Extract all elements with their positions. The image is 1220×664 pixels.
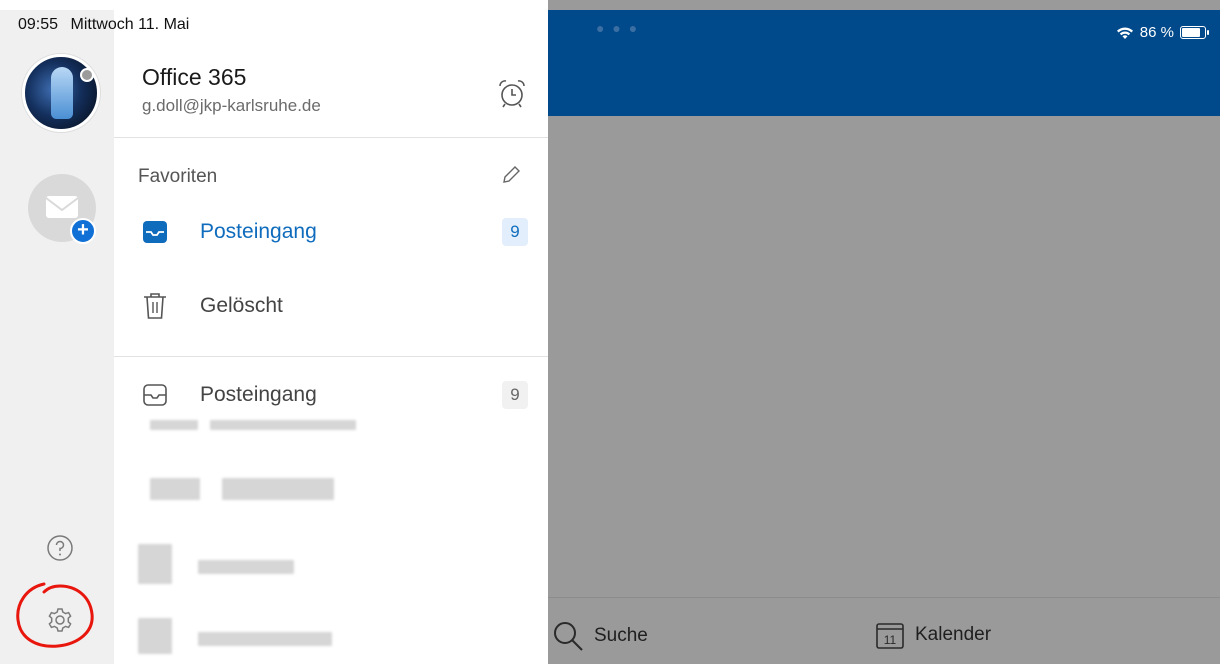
inbox-outline-icon xyxy=(138,378,172,412)
status-date: Mittwoch 11. Mai xyxy=(70,16,190,33)
tab-search[interactable]: Suche xyxy=(552,620,648,652)
battery-percent: 86 % xyxy=(1139,24,1174,41)
status-indicators: 86 % xyxy=(1116,24,1209,41)
divider xyxy=(114,356,548,357)
search-icon xyxy=(554,622,583,651)
redacted-text[interactable] xyxy=(198,560,294,574)
status-time: 09:55 xyxy=(18,16,59,33)
wifi-icon xyxy=(1116,27,1133,39)
favorite-item-inbox[interactable]: Posteingang 9 xyxy=(138,212,528,252)
account-name: Office 365 xyxy=(142,64,247,90)
tab-calendar-label: Kalender xyxy=(915,624,992,645)
favorite-inbox-label: Posteingang xyxy=(200,220,317,243)
avatar[interactable] xyxy=(22,54,100,132)
tab-calendar[interactable]: 11 Kalender xyxy=(875,620,991,650)
trash-icon xyxy=(138,289,172,323)
help-icon[interactable] xyxy=(46,534,74,562)
redacted-text xyxy=(210,420,356,430)
edit-pencil-icon[interactable] xyxy=(500,164,522,186)
redacted-text[interactable] xyxy=(150,478,200,500)
account-rail: + xyxy=(0,10,114,664)
app-header: ● ● ● 86 % xyxy=(548,10,1220,116)
inbox-icon xyxy=(138,215,172,249)
account-email: g.doll@jkp-karlsruhe.de xyxy=(142,96,321,115)
calendar-day: 11 xyxy=(884,633,897,647)
alarm-clock-icon[interactable] xyxy=(496,78,528,110)
redacted-icon xyxy=(138,618,172,654)
dimmed-app-background[interactable]: ● ● ● 86 % Suche 11 Kalender xyxy=(548,0,1220,664)
folder-item-inbox[interactable]: Posteingang 9 xyxy=(138,375,528,415)
presence-status-icon xyxy=(80,68,94,82)
status-bar-left: 09:55 Mittwoch 11. Mai xyxy=(18,16,197,34)
unread-count-badge: 9 xyxy=(502,381,528,409)
calendar-icon: 11 xyxy=(876,623,904,649)
favorite-item-deleted[interactable]: Gelöscht xyxy=(138,286,528,326)
tab-bar: Suche 11 Kalender xyxy=(548,597,1220,664)
highlight-annotation xyxy=(16,582,94,648)
plus-icon: + xyxy=(70,218,96,244)
folder-inbox-label: Posteingang xyxy=(200,383,317,406)
redacted-text[interactable] xyxy=(222,478,334,500)
redacted-icon xyxy=(138,544,172,584)
redacted-text xyxy=(150,420,198,430)
battery-icon xyxy=(1180,26,1209,39)
folder-panel: Office 365 g.doll@jkp-karlsruhe.de Favor… xyxy=(114,10,548,664)
multitasking-dots-icon[interactable]: ● ● ● xyxy=(596,20,639,36)
favorites-title: Favoriten xyxy=(138,166,218,187)
tab-search-label: Suche xyxy=(594,625,648,646)
favorite-deleted-label: Gelöscht xyxy=(200,294,283,317)
add-account-button[interactable]: + xyxy=(28,174,96,244)
divider xyxy=(114,137,548,138)
redacted-text[interactable] xyxy=(198,632,332,646)
unread-count-badge: 9 xyxy=(502,218,528,246)
